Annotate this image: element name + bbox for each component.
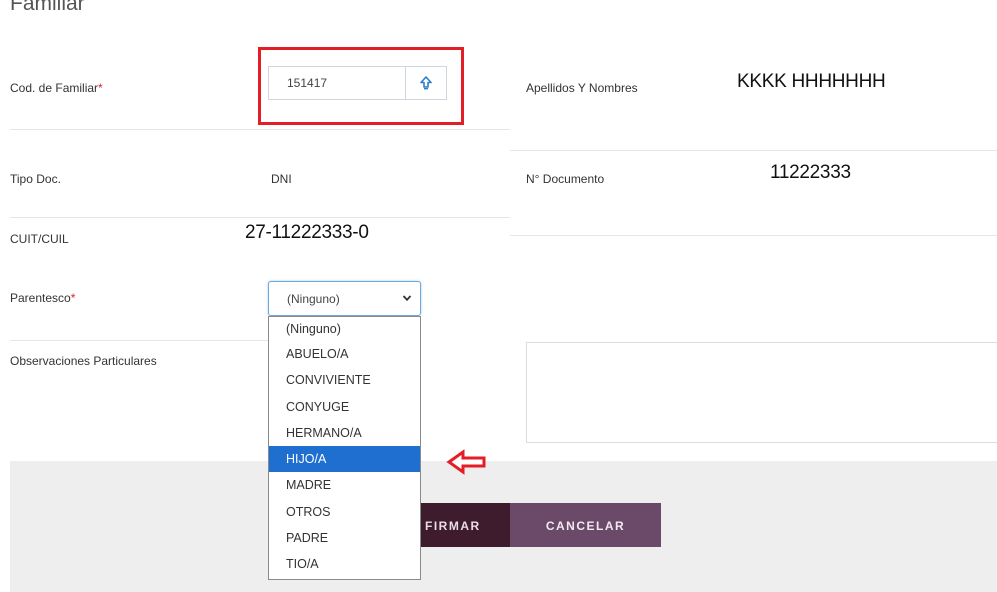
left-arrow-icon xyxy=(446,449,486,475)
dropdown-option[interactable]: (Ninguno) xyxy=(269,317,420,341)
divider xyxy=(510,235,997,236)
dropdown-option[interactable]: ABUELO/A xyxy=(269,341,420,367)
nro-documento-label: N° Documento xyxy=(526,172,605,186)
cancelar-button[interactable]: CANCELAR xyxy=(510,503,661,547)
cod-familiar-label-text: Cod. de Familiar xyxy=(10,81,99,95)
tipo-doc-label: Tipo Doc. xyxy=(10,172,61,186)
dropdown-option[interactable]: TIO/A xyxy=(269,551,420,577)
divider xyxy=(10,129,510,130)
parentesco-label: Parentesco* xyxy=(10,291,75,305)
dropdown-option-highlighted[interactable]: HIJO/A xyxy=(269,446,420,473)
dropdown-option[interactable]: HERMANO/A xyxy=(269,420,420,446)
parentesco-selected-value: (Ninguno) xyxy=(287,292,340,306)
divider xyxy=(10,340,268,341)
tipo-doc-value: DNI xyxy=(271,172,292,186)
cod-familiar-label: Cod. de Familiar* xyxy=(10,81,103,95)
chevron-down-icon xyxy=(402,295,412,302)
cuit-cuil-value: 27-11222333-0 xyxy=(245,222,369,243)
required-mark: * xyxy=(98,81,103,95)
up-arrow-icon xyxy=(420,76,432,90)
section-title: Familiar xyxy=(10,0,85,15)
divider xyxy=(510,150,997,151)
cod-familiar-input[interactable]: 151417 xyxy=(268,66,406,100)
required-mark: * xyxy=(70,291,76,305)
nro-documento-value: 11222333 xyxy=(770,162,851,183)
apellidos-nombres-value: KKKK HHHHHHH xyxy=(737,71,886,92)
dropdown-option[interactable]: OTROS xyxy=(269,499,420,525)
dropdown-option[interactable]: CONVIVIENTE xyxy=(269,367,420,393)
cuit-cuil-label: CUIT/CUIL xyxy=(10,232,69,246)
parentesco-select[interactable]: (Ninguno) xyxy=(268,281,421,316)
lookup-button[interactable] xyxy=(405,66,447,100)
parentesco-label-text: Parentesco xyxy=(10,291,71,305)
dropdown-option[interactable]: PADRE xyxy=(269,525,420,551)
divider xyxy=(10,217,510,218)
observaciones-textarea[interactable] xyxy=(526,342,997,443)
parentesco-dropdown-list: (Ninguno) ABUELO/A CONVIVIENTE CONYUGE H… xyxy=(268,316,421,580)
dropdown-option[interactable]: MADRE xyxy=(269,472,420,498)
dropdown-option[interactable]: CONYUGE xyxy=(269,394,420,420)
observaciones-label: Observaciones Particulares xyxy=(10,354,157,368)
apellidos-nombres-label: Apellidos Y Nombres xyxy=(526,81,638,95)
